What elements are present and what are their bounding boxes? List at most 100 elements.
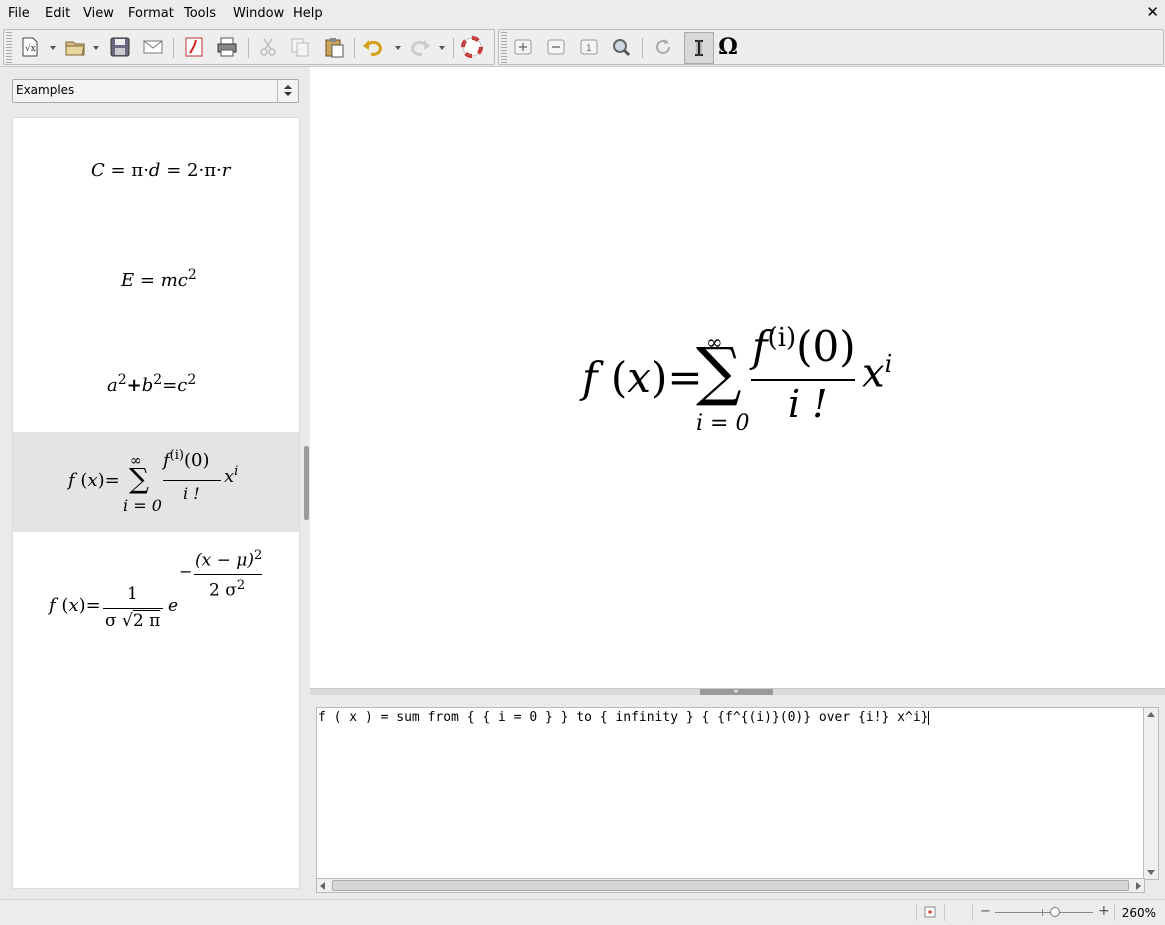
zoom-level[interactable]: 260% xyxy=(1122,906,1156,920)
formula-exponent: 2 xyxy=(236,578,246,593)
formula-token: a xyxy=(107,375,118,396)
formula-token: = xyxy=(104,470,120,491)
zoom-slider-track[interactable] xyxy=(995,912,1093,913)
formula-token: (0) xyxy=(183,450,210,471)
svg-text:1: 1 xyxy=(586,44,592,54)
zoom-plus-icon[interactable]: + xyxy=(1098,903,1110,919)
panel-resize-handle[interactable] xyxy=(304,446,309,520)
zoom-out-icon[interactable] xyxy=(545,36,567,58)
redo-dropdown-arrow-icon[interactable] xyxy=(439,46,445,50)
formula-token: ) xyxy=(650,353,668,402)
formula-token: ) xyxy=(97,470,105,491)
redo-icon[interactable] xyxy=(409,36,431,58)
formula-lower-limit: i = 0 xyxy=(696,411,750,436)
formula-token: r xyxy=(221,160,231,181)
formula-cursor-toggle[interactable] xyxy=(684,32,714,64)
new-dropdown-arrow-icon[interactable] xyxy=(50,46,56,50)
collapse-arrow-icon[interactable] xyxy=(700,689,773,695)
new-document-icon[interactable]: √x xyxy=(19,36,41,58)
formula-token: = xyxy=(85,595,101,616)
formula-token: π xyxy=(131,160,144,181)
formula-token: f xyxy=(752,322,768,371)
zoom-slider-tick xyxy=(1042,909,1043,916)
formula-token: + xyxy=(126,375,142,396)
formula-exponent: 2 xyxy=(187,372,197,388)
menu-view[interactable]: View xyxy=(83,6,114,21)
formula-token: = xyxy=(139,270,155,291)
formula-token: = xyxy=(166,160,182,181)
status-bar: − + 260% xyxy=(0,899,1165,925)
formula-exponent: i xyxy=(234,464,239,479)
export-pdf-icon[interactable] xyxy=(183,36,205,58)
editor-horizontal-scrollbar[interactable] xyxy=(316,878,1145,893)
select-arrows-icon[interactable] xyxy=(277,80,298,102)
formula-denominator: i ! xyxy=(183,484,200,503)
formula-token: b xyxy=(141,375,154,396)
formula-command-editor[interactable]: f ( x ) = sum from { { i = 0 } } to { in… xyxy=(316,707,1145,880)
formula-token: (0) xyxy=(796,322,856,371)
standard-toolbar: √x xyxy=(3,29,495,65)
text-caret xyxy=(928,710,930,725)
formula-exponent: 2 xyxy=(153,372,163,388)
toolbar-separator xyxy=(453,38,454,58)
editor-resize-handle[interactable] xyxy=(310,688,1165,695)
formula-denominator: i ! xyxy=(788,382,828,426)
cut-icon[interactable] xyxy=(257,36,279,58)
example-pythagoras[interactable]: a2+b2=c2 xyxy=(13,328,299,428)
zoom-slider-thumb[interactable] xyxy=(1050,907,1060,917)
example-taylor-series[interactable]: f (x)= ∞ ∑ i = 0 f(i)(0) i ! xi xyxy=(13,432,299,532)
fraction-bar xyxy=(194,574,262,575)
example-gaussian[interactable]: f (x)= 1 σ √2 π e − (x − μ)2 2 σ2 xyxy=(13,534,299,654)
menu-window[interactable]: Window xyxy=(233,6,284,21)
formula-token: C xyxy=(91,160,105,181)
example-mass-energy[interactable]: E = mc2 xyxy=(13,223,299,323)
formula-token: f xyxy=(49,595,56,616)
formula-token: d xyxy=(148,160,161,181)
toolbar-separator xyxy=(642,38,643,58)
formula-token: (x − μ) xyxy=(195,550,254,571)
zoom-minus-icon[interactable]: − xyxy=(980,904,991,919)
menu-file[interactable]: File xyxy=(8,6,30,21)
menu-edit[interactable]: Edit xyxy=(45,6,70,21)
undo-dropdown-arrow-icon[interactable] xyxy=(395,46,401,50)
open-folder-icon[interactable] xyxy=(64,36,86,58)
example-circle-circumference[interactable]: C = π·d = 2·π·r xyxy=(13,118,299,218)
menu-help[interactable]: Help xyxy=(293,6,323,21)
menu-format[interactable]: Format xyxy=(128,6,174,21)
scroll-thumb[interactable] xyxy=(332,880,1129,891)
update-refresh-icon[interactable] xyxy=(652,36,674,58)
elements-category-select[interactable]: Examples xyxy=(12,79,299,103)
scroll-right-icon[interactable] xyxy=(1136,882,1141,890)
formula-preview[interactable]: f (x)= ∞ ∑ i = 0 f(i)(0) i ! xi xyxy=(310,67,1165,688)
close-document-button[interactable]: ✕ xyxy=(1146,3,1159,21)
zoom-in-icon[interactable] xyxy=(512,36,534,58)
formula-sum-symbol: ∑ xyxy=(129,462,149,495)
show-all-zoom-icon[interactable] xyxy=(610,36,632,58)
formula-token: f xyxy=(68,470,75,491)
fraction-bar xyxy=(163,480,221,481)
paste-icon[interactable] xyxy=(323,36,345,58)
editor-vertical-scrollbar[interactable] xyxy=(1143,707,1159,880)
actual-size-icon[interactable]: 1 xyxy=(578,36,600,58)
menu-tools[interactable]: Tools xyxy=(184,6,216,21)
email-icon[interactable] xyxy=(142,36,164,58)
scroll-up-icon[interactable] xyxy=(1147,712,1155,717)
scroll-down-icon[interactable] xyxy=(1147,870,1155,875)
undo-icon[interactable] xyxy=(362,36,384,58)
help-lifebuoy-icon[interactable] xyxy=(461,36,483,58)
save-icon[interactable] xyxy=(109,36,131,58)
formula-token: π xyxy=(204,160,217,181)
formula-token: mc xyxy=(160,270,188,291)
toolbar-grip[interactable] xyxy=(501,32,507,64)
toolbar-grip[interactable] xyxy=(6,32,12,64)
formula-exponent: 2 xyxy=(253,548,263,563)
scroll-left-icon[interactable] xyxy=(320,882,325,890)
toolbar: √x 1 Ω xyxy=(0,27,1165,67)
symbols-omega-button[interactable]: Ω xyxy=(717,34,739,60)
view-toolbar: 1 Ω xyxy=(498,29,1164,65)
text-cursor-icon xyxy=(695,40,703,56)
examples-list: C = π·d = 2·π·r E = mc2 a2+b2=c2 f (x)= … xyxy=(12,117,300,889)
copy-icon[interactable] xyxy=(289,36,311,58)
open-dropdown-arrow-icon[interactable] xyxy=(93,46,99,50)
print-icon[interactable] xyxy=(216,36,238,58)
